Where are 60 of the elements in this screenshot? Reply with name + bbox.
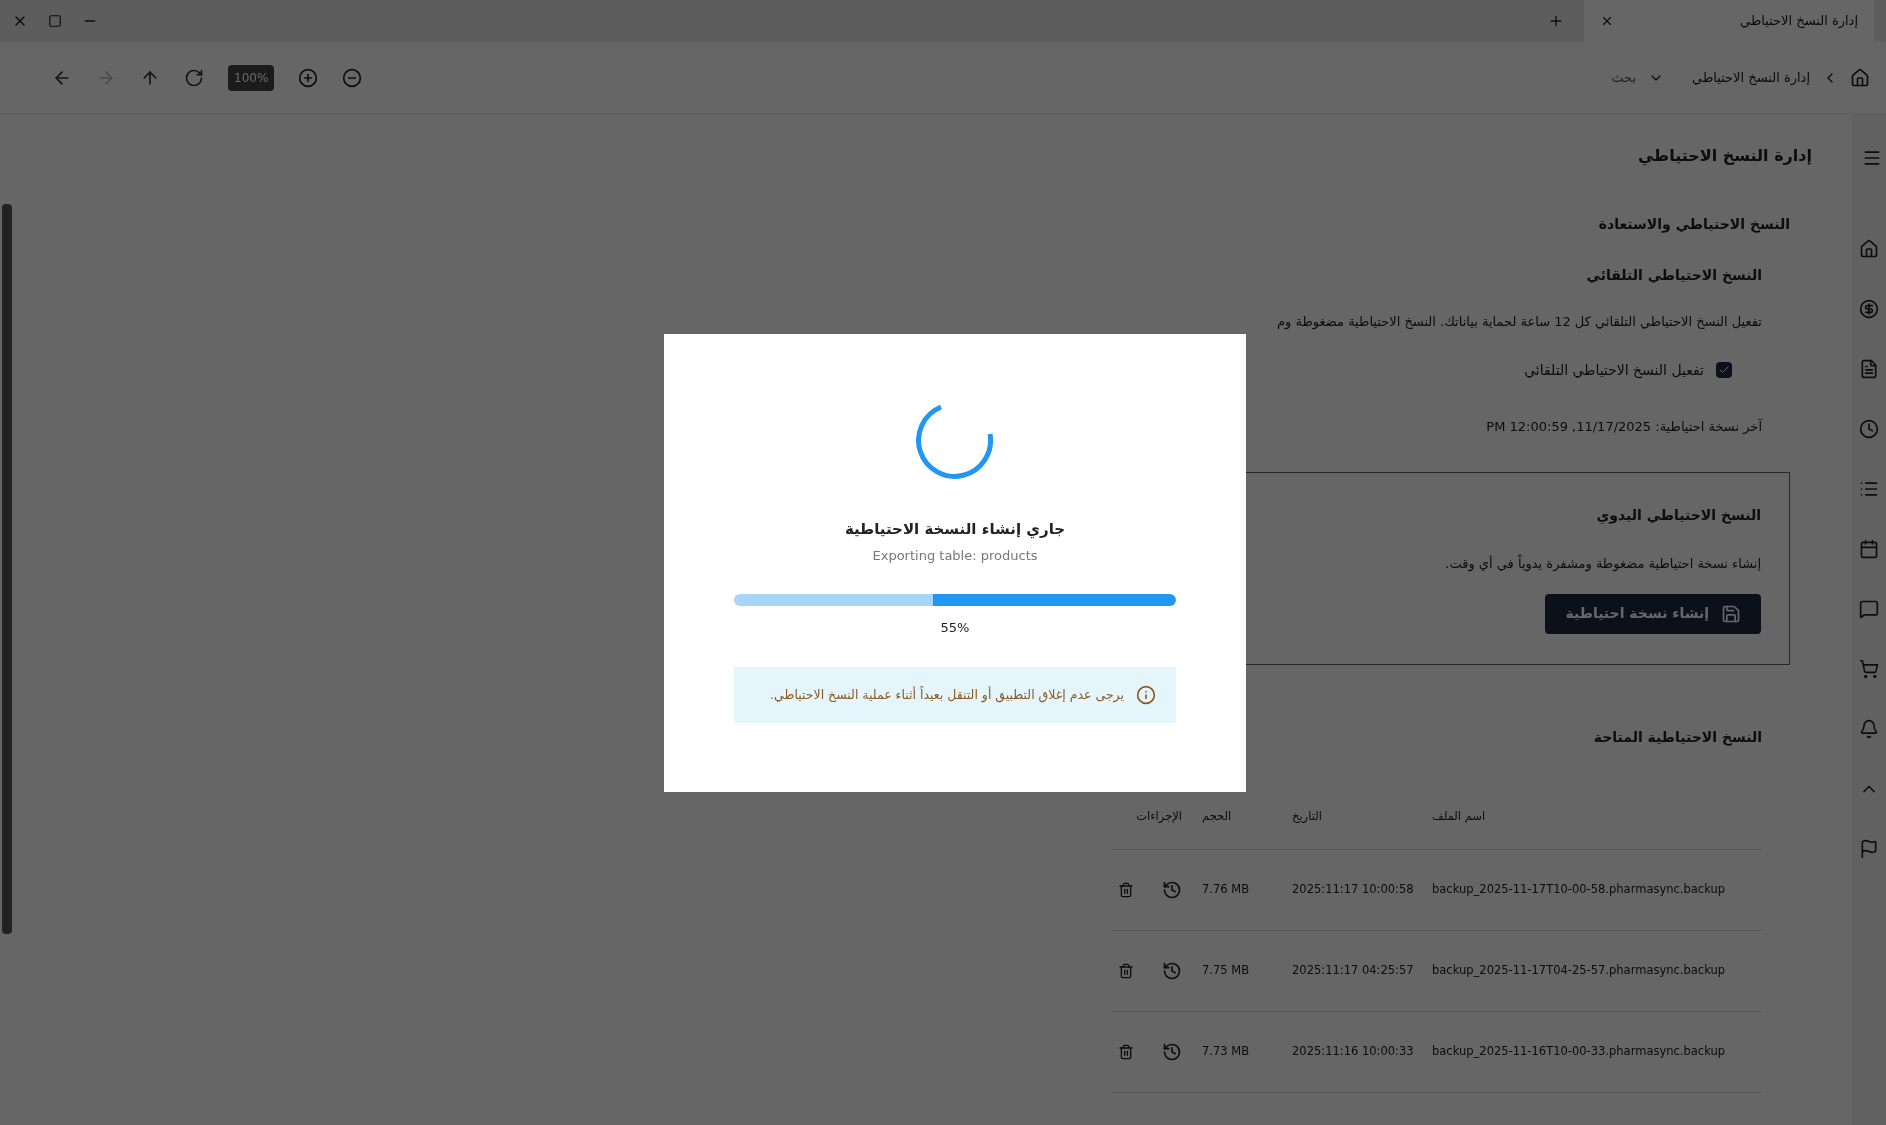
maximize-icon[interactable] bbox=[48, 14, 62, 28]
tab[interactable]: إدارة النسخ الاحتياطي bbox=[1584, 0, 1874, 42]
sidebar-icon[interactable] bbox=[1859, 419, 1879, 439]
auto-backup-description: تفعيل النسخ الاحتياطي التلقائي كل 12 ساعة لحماية بياناتك. النسخ الاحتياطية مضغوطة وم bbox=[1276, 313, 1762, 332]
size-cell: 7.73 MB bbox=[1202, 1043, 1250, 1061]
refresh-icon[interactable] bbox=[184, 67, 204, 88]
dialog-title: جاري إنشاء النسخة الاحتياطية bbox=[844, 518, 1066, 540]
new-tab-icon[interactable] bbox=[1548, 13, 1564, 29]
page-title: إدارة النسخ الاحتياطي bbox=[1636, 145, 1812, 168]
sidebar-icon[interactable] bbox=[1859, 719, 1879, 739]
sidebar-icon[interactable] bbox=[1859, 299, 1879, 319]
file-name-cell: backup_2025-11-16T10-00-33.pharmasync.backup bbox=[1432, 1043, 1726, 1061]
size-cell: 7.75 MB bbox=[1202, 962, 1250, 980]
sidebar-icon[interactable] bbox=[1859, 479, 1879, 499]
delete-icon[interactable] bbox=[1118, 1043, 1134, 1060]
sidebar-icon[interactable] bbox=[1859, 659, 1879, 679]
restore-icon[interactable] bbox=[1162, 1041, 1182, 1062]
sidebar-icon[interactable] bbox=[1859, 599, 1879, 619]
delete-icon[interactable] bbox=[1118, 962, 1134, 979]
restore-icon[interactable] bbox=[1162, 960, 1182, 981]
info-icon bbox=[1136, 685, 1156, 705]
auto-backup-title: النسخ الاحتياطي التلقائي bbox=[1585, 266, 1762, 286]
manual-backup-description: إنشاء نسخة احتياطية مضغوطة ومشفرة يدوياً في أي وقت. bbox=[1444, 554, 1761, 574]
delete-icon[interactable] bbox=[1118, 881, 1134, 898]
file-name-cell: backup_2025-11-17T04-25-57.pharmasync.backup bbox=[1432, 962, 1726, 980]
column-header: التاريخ bbox=[1292, 808, 1322, 823]
sidebar-icon[interactable] bbox=[1859, 839, 1879, 859]
sidebar-icon[interactable] bbox=[1859, 359, 1879, 379]
column-header: اسم الملف bbox=[1432, 808, 1486, 823]
manual-backup-title: النسخ الاحتياطي اليدوي bbox=[1595, 506, 1761, 526]
file-name-cell: backup_2025-11-17T10-00-58.pharmasync.backup bbox=[1432, 881, 1726, 899]
scrollbar[interactable] bbox=[2, 204, 12, 934]
restore-icon[interactable] bbox=[1162, 879, 1182, 900]
section-title: النسخ الاحتياطي والاستعادة bbox=[1597, 215, 1790, 235]
zoom-out-icon[interactable] bbox=[342, 67, 363, 88]
zoom-level: 100% bbox=[228, 64, 275, 91]
check-icon bbox=[1718, 364, 1730, 376]
column-header: الإجراءات bbox=[1136, 808, 1182, 823]
close-tab-icon[interactable] bbox=[1600, 14, 1614, 28]
save-icon bbox=[1721, 603, 1741, 624]
progress-reading: 55% bbox=[940, 618, 970, 637]
backups-title: النسخ الاحتياطية المتاحة bbox=[1592, 727, 1762, 748]
size-cell: 7.76 MB bbox=[1202, 881, 1250, 899]
breadcrumb[interactable]: إدارة النسخ الاحتياطي bbox=[1692, 67, 1810, 88]
date-cell: 2025:11:17 10:00:58 bbox=[1292, 881, 1414, 899]
create-backup-button[interactable]: إنشاء نسخة احتياطية bbox=[1545, 593, 1761, 634]
last-backup-text: آخر نسخة احتياطية: 11/17/2025, 12:00:59 PM bbox=[1485, 417, 1762, 436]
search-field[interactable]: بحث bbox=[1406, 67, 1637, 88]
sidebar-icon[interactable] bbox=[1859, 239, 1879, 259]
zoom-in-icon[interactable] bbox=[298, 67, 319, 88]
notice-text: يرجى عدم إغلاق التطبيق أو التنقل بعيداً أثناء عملية النسخ الاحتياطي. bbox=[770, 685, 1124, 705]
sidebar-icon[interactable] bbox=[1859, 539, 1879, 559]
column-header: الحجم bbox=[1202, 808, 1232, 823]
status-text: Exporting table: products bbox=[872, 547, 1038, 565]
checkbox[interactable] bbox=[1716, 362, 1732, 378]
checkbox-label: تفعيل النسخ الاحتياطي التلقائي bbox=[1524, 360, 1704, 381]
date-cell: 2025:11:16 10:00:33 bbox=[1292, 1043, 1414, 1061]
menu-icon[interactable] bbox=[1862, 148, 1882, 168]
date-cell: 2025:11:17 04:25:57 bbox=[1292, 962, 1414, 980]
home-icon[interactable] bbox=[1850, 67, 1870, 88]
